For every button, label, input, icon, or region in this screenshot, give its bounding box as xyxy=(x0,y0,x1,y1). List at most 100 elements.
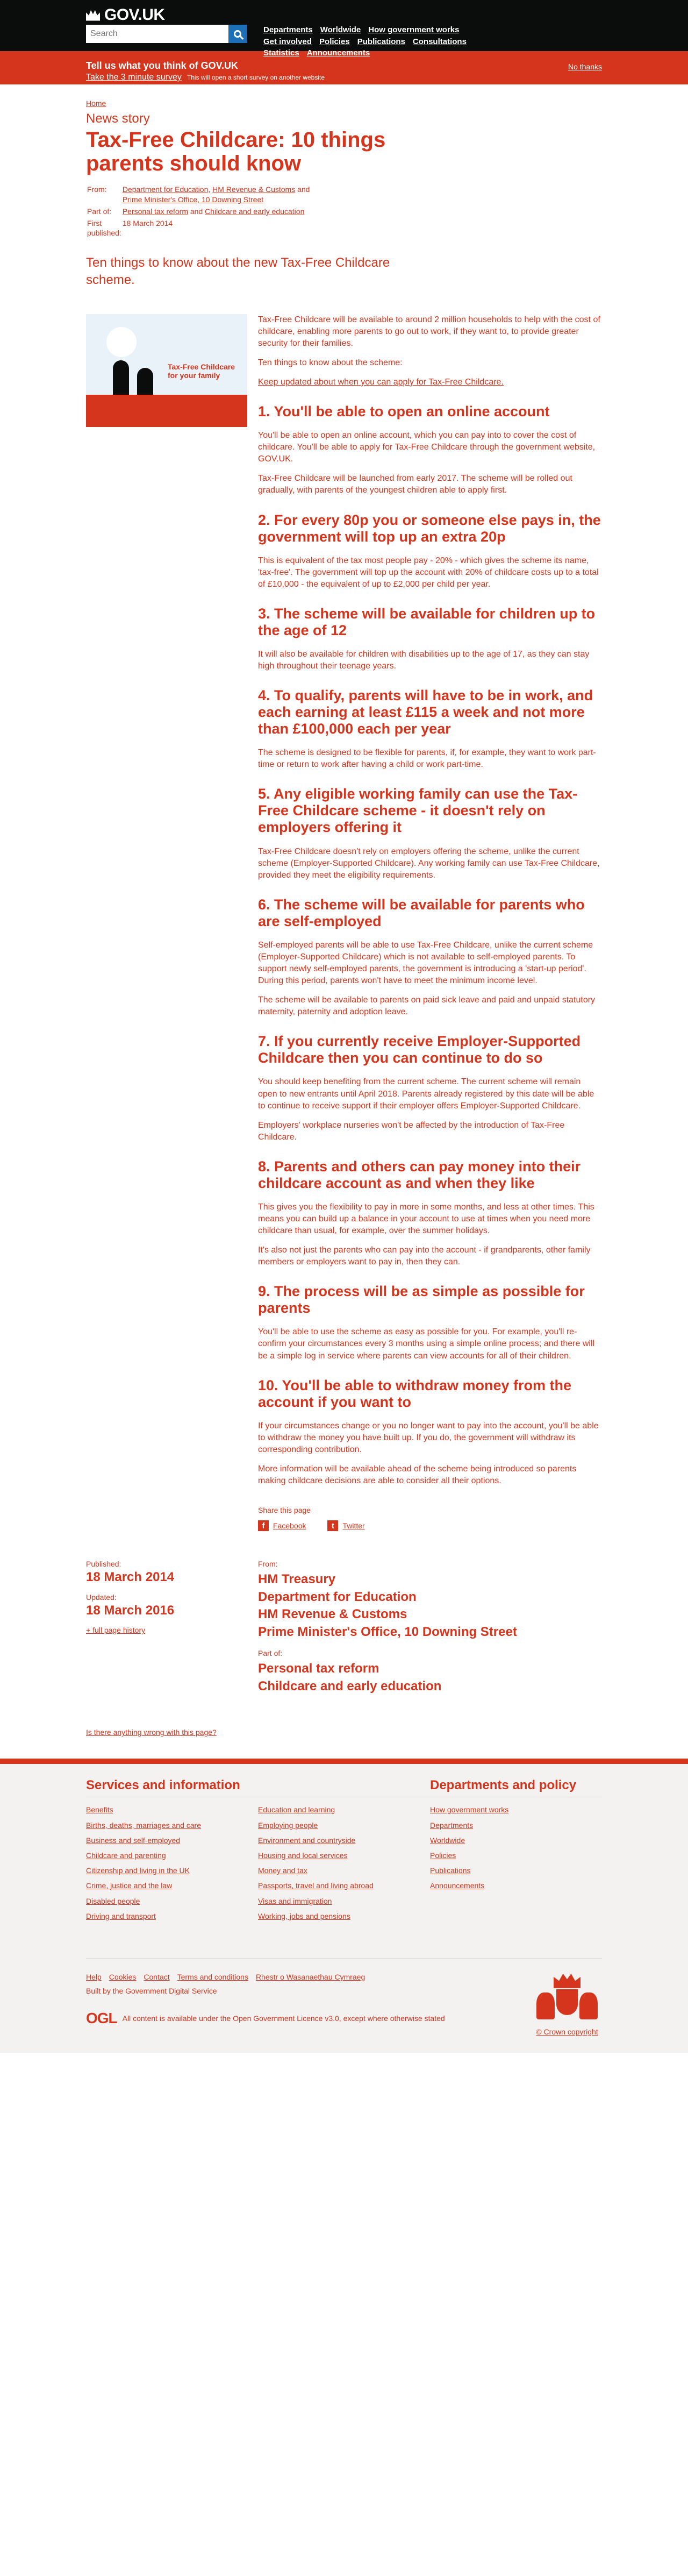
section-paragraph: You'll be able to open an online account… xyxy=(258,431,596,464)
child-figure xyxy=(113,360,129,395)
intro-paragraph: Ten things to know about the scheme: xyxy=(258,358,403,367)
survey-link[interactable]: Take the 3 minute survey xyxy=(86,73,182,82)
meta-partof-link[interactable]: Childcare and early education xyxy=(205,207,304,216)
footer-service-link[interactable]: Visas and immigration xyxy=(258,1896,430,1906)
facebook-icon: f xyxy=(258,1520,269,1532)
footer-service-link[interactable]: Citizenship and living in the UK xyxy=(86,1866,258,1875)
footer-service-link[interactable]: Passports, travel and living abroad xyxy=(258,1881,430,1890)
partof-link[interactable]: Personal tax reform xyxy=(258,1661,379,1676)
breadcrumb-home[interactable]: Home xyxy=(86,99,106,108)
updated-label: Updated: xyxy=(86,1592,117,1602)
hero-image: Tax-Free Childcare for your family xyxy=(86,314,247,427)
footer-service-link[interactable]: Business and self-employed xyxy=(86,1835,258,1845)
nav-consultations[interactable]: Consultations xyxy=(413,37,467,47)
full-history-link[interactable]: + full page history xyxy=(86,1626,145,1634)
footer-department-link[interactable]: Policies xyxy=(430,1851,602,1860)
footer-departments-list: How government works Departments Worldwide… xyxy=(430,1805,602,1890)
footer-service-link[interactable]: Money and tax xyxy=(258,1866,430,1875)
metadata: From: Department for Education, HM Reven… xyxy=(86,183,311,239)
section-paragraph: Employers' workplace nurseries won't be … xyxy=(258,1120,565,1142)
footer-department-link[interactable]: Publications xyxy=(430,1866,602,1875)
page-history: Published: 18 March 2014 Updated: 18 Mar… xyxy=(86,1559,258,1695)
footer-service-link[interactable]: Employing people xyxy=(258,1820,430,1830)
org-link[interactable]: HM Revenue & Customs xyxy=(258,1607,407,1621)
search-button[interactable] xyxy=(228,25,247,43)
footer-service-link[interactable]: Housing and local services xyxy=(258,1851,430,1860)
from-block: From: HM Treasury Department for Educati… xyxy=(258,1559,602,1695)
nav-get-involved[interactable]: Get involved xyxy=(263,37,312,47)
govuk-logo[interactable]: GOV.UK xyxy=(86,4,165,25)
meta-first-published-label: First published: xyxy=(87,218,121,238)
footer-meta-link[interactable]: Cookies xyxy=(109,1972,137,1982)
section-heading: 7. If you currently receive Employer-Sup… xyxy=(258,1033,581,1066)
meta-from-org[interactable]: HM Revenue & Customs xyxy=(212,185,295,194)
nav-worldwide[interactable]: Worldwide xyxy=(320,25,361,35)
crown-icon xyxy=(86,10,100,21)
meta-from-org[interactable]: Prime Minister's Office, 10 Downing Stre… xyxy=(123,195,263,204)
org-link[interactable]: Department for Education xyxy=(258,1590,417,1604)
meta-from-label: From: xyxy=(87,185,107,194)
nav-policies[interactable]: Policies xyxy=(319,37,350,47)
footer-service-link[interactable]: Benefits xyxy=(86,1805,258,1814)
footer-service-link[interactable]: Births, deaths, marriages and care xyxy=(86,1820,258,1830)
article-content: Tax-Free Childcare will be available to … xyxy=(258,314,602,1538)
content-type: News story xyxy=(86,111,150,126)
meta-from-and: and xyxy=(297,185,310,194)
partof-link[interactable]: Childcare and early education xyxy=(258,1679,441,1693)
intro-paragraph: Tax-Free Childcare will be available to … xyxy=(258,315,600,348)
main-content: Home News story Tax-Free Childcare: 10 t… xyxy=(86,84,602,1737)
survey-dismiss-link[interactable]: No thanks xyxy=(568,62,602,72)
footer-service-link[interactable]: Crime, justice and the law xyxy=(86,1881,258,1890)
nav-how-government-works[interactable]: How government works xyxy=(368,25,459,35)
footer-meta-link[interactable]: Rhestr o Wasanaethau Cymraeg xyxy=(256,1972,365,1982)
footer-department-link[interactable]: How government works xyxy=(430,1805,602,1814)
org-link[interactable]: Prime Minister's Office, 10 Downing Stre… xyxy=(258,1625,517,1639)
section-paragraph: Self-employed parents will be able to us… xyxy=(258,940,593,986)
updated-value: 18 March 2016 xyxy=(86,1603,175,1618)
share-facebook-label: Facebook xyxy=(273,1521,306,1531)
report-problem-link[interactable]: Is there anything wrong with this page? xyxy=(86,1728,217,1737)
section-paragraph: The scheme will be available to parents … xyxy=(258,995,596,1017)
footer-department-link[interactable]: Departments xyxy=(430,1820,602,1830)
breadcrumb: Home xyxy=(86,98,602,108)
sun-shape xyxy=(106,326,137,357)
share-twitter-link[interactable]: t Twitter xyxy=(327,1520,365,1532)
footer-service-link[interactable]: Working, jobs and pensions xyxy=(258,1911,430,1921)
crown-copyright-link[interactable]: © Crown copyright xyxy=(536,2027,598,2037)
footer-meta-link[interactable]: Help xyxy=(86,1972,102,1982)
search-icon xyxy=(234,30,241,38)
royal-crest-icon: © Crown copyright xyxy=(532,1972,602,2037)
footer-service-link[interactable]: Environment and countryside xyxy=(258,1835,430,1845)
header-nav: Departments Worldwide How government wor… xyxy=(263,25,478,59)
footer-meta-link[interactable]: Terms and conditions xyxy=(177,1972,248,1982)
meta-partof-link[interactable]: Personal tax reform xyxy=(123,207,188,216)
section-paragraph: You'll be able to use the scheme as easy… xyxy=(258,1327,595,1361)
nav-departments[interactable]: Departments xyxy=(263,25,313,35)
page-title: Tax-Free Childcare: 10 things parents sh… xyxy=(86,128,386,176)
section-paragraph: You should keep benefiting from the curr… xyxy=(258,1077,594,1111)
section-paragraph: It will also be available for children w… xyxy=(258,649,590,671)
footer-service-link[interactable]: Disabled people xyxy=(86,1896,258,1906)
ground-shape xyxy=(86,394,247,427)
footer-service-link[interactable]: Childcare and parenting xyxy=(86,1851,258,1860)
footer-services-title: Services and information xyxy=(86,1777,430,1798)
org-link[interactable]: HM Treasury xyxy=(258,1572,335,1586)
section-paragraph: Tax-Free Childcare will be launched from… xyxy=(258,474,572,495)
child-figure xyxy=(137,367,153,395)
keep-updated-link[interactable]: Keep updated about when you can apply fo… xyxy=(258,378,504,387)
section-heading: 8. Parents and others can pay money into… xyxy=(258,1158,581,1191)
from-label: From: xyxy=(258,1560,278,1569)
section-paragraph: Tax-Free Childcare doesn't rely on emplo… xyxy=(258,846,600,880)
footer-department-link[interactable]: Announcements xyxy=(430,1881,602,1890)
search-input[interactable] xyxy=(86,25,228,43)
nav-publications[interactable]: Publications xyxy=(357,37,405,47)
govuk-logo-text[interactable]: GOV.UK xyxy=(104,4,165,25)
licence-text: All content is available under the Open … xyxy=(122,2014,445,2023)
section-heading: 4. To qualify, parents will have to be i… xyxy=(258,687,593,737)
footer-department-link[interactable]: Worldwide xyxy=(430,1835,602,1845)
footer-service-link[interactable]: Education and learning xyxy=(258,1805,430,1814)
footer-meta-link[interactable]: Contact xyxy=(144,1972,169,1982)
footer-service-link[interactable]: Driving and transport xyxy=(86,1911,258,1921)
meta-from-org[interactable]: Department for Education xyxy=(123,185,209,194)
share-facebook-link[interactable]: f Facebook xyxy=(258,1520,306,1532)
